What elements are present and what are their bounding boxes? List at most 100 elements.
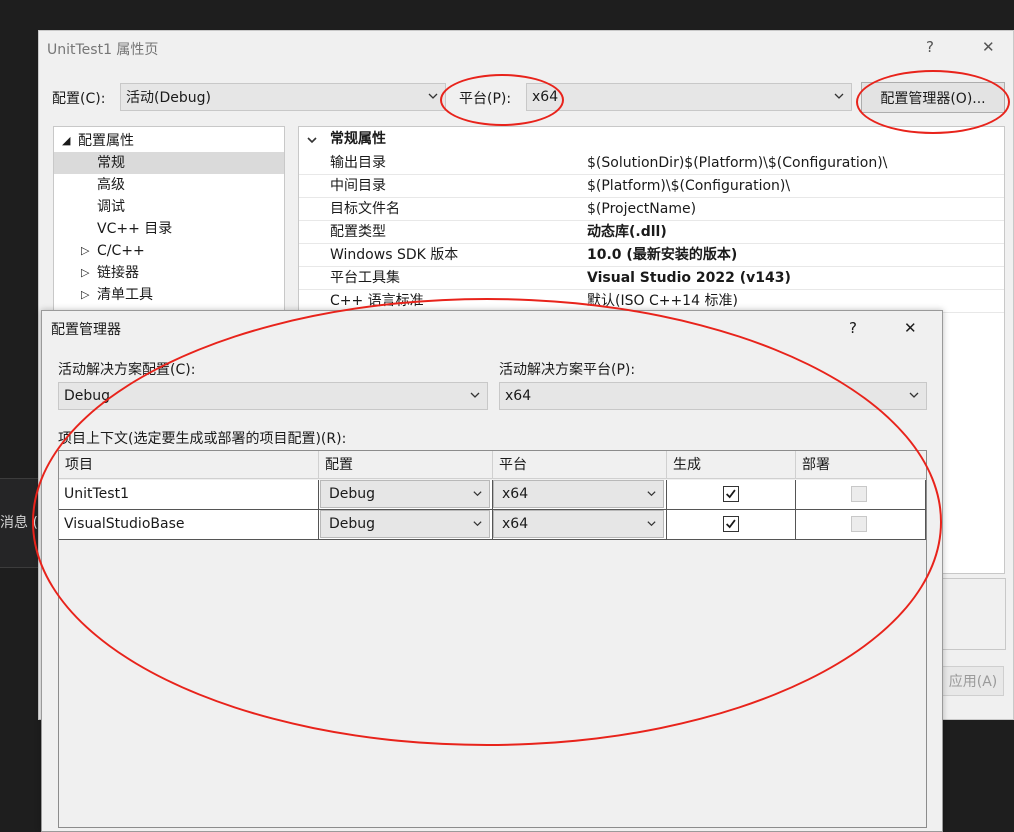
- chevron-down-icon: [834, 93, 844, 99]
- column-header-configuration[interactable]: 配置: [319, 451, 493, 479]
- platform-select[interactable]: x64: [526, 83, 852, 111]
- solution-platform-select[interactable]: x64: [499, 382, 927, 410]
- property-name: 平台工具集: [330, 270, 400, 286]
- column-header-project[interactable]: 项目: [59, 451, 319, 479]
- property-value: Visual Studio 2022 (v143): [587, 270, 791, 286]
- deploy-cell[interactable]: [796, 510, 926, 540]
- row-platform-select[interactable]: x64: [493, 510, 664, 538]
- chevron-down-icon: [473, 491, 482, 497]
- chevron-down-icon: [473, 521, 482, 527]
- solution-config-label: 活动解决方案配置(C):: [58, 362, 196, 378]
- dialog-help-button[interactable]: ?: [849, 319, 857, 337]
- configuration-manager-button[interactable]: 配置管理器(O)...: [861, 82, 1005, 113]
- property-value: $(Platform)\$(Configuration)\: [587, 178, 791, 194]
- tree-item-label: C/C++: [97, 243, 145, 259]
- dialog-close-button[interactable]: ✕: [904, 319, 917, 337]
- solution-config-select-value: Debug: [64, 388, 111, 404]
- description-panel: [942, 578, 1006, 650]
- platform-cell[interactable]: x64: [493, 510, 667, 540]
- configuration-label: 配置(C):: [52, 91, 106, 107]
- tree-item-label: 常规: [97, 155, 125, 171]
- tree-item-linker[interactable]: ▷ 链接器: [54, 262, 284, 284]
- checkmark-icon: [726, 489, 736, 499]
- tree-item-label: 清单工具: [97, 287, 153, 303]
- configuration-cell[interactable]: Debug: [319, 480, 493, 510]
- property-tree[interactable]: ◢ 配置属性 常规 高级 调试 VC++ 目录 ▷ C/C++ ▷ 链接器 ▷ …: [53, 126, 285, 312]
- deploy-checkbox[interactable]: [851, 516, 867, 532]
- expand-arrow-icon[interactable]: ▷: [81, 240, 89, 262]
- configuration-select-value: 活动(Debug): [126, 90, 211, 106]
- tree-item-label: VC++ 目录: [97, 221, 173, 237]
- section-header[interactable]: 常规属性: [299, 128, 1004, 152]
- tree-item-cpp[interactable]: ▷ C/C++: [54, 240, 284, 262]
- property-row[interactable]: 中间目录 $(Platform)\$(Configuration)\: [299, 175, 1004, 198]
- project-cell[interactable]: VisualStudioBase: [59, 510, 319, 540]
- apply-button[interactable]: 应用(A): [942, 666, 1004, 696]
- tree-item-label: 链接器: [97, 265, 139, 281]
- configuration-manager-title: 配置管理器: [51, 322, 121, 338]
- expand-arrow-icon[interactable]: ▷: [81, 262, 89, 284]
- property-row[interactable]: 配置类型 动态库(.dll): [299, 221, 1004, 244]
- chevron-down-icon: [470, 392, 480, 398]
- deploy-checkbox[interactable]: [851, 486, 867, 502]
- expand-triangle-icon[interactable]: ◢: [62, 130, 70, 152]
- platform-label: 平台(P):: [459, 91, 512, 107]
- property-pages-title: UnitTest1 属性页: [47, 42, 159, 58]
- chevron-down-icon: [428, 93, 438, 99]
- chevron-down-icon: [909, 392, 919, 398]
- property-value: 默认(ISO C++14 标准): [587, 293, 738, 309]
- build-checkbox[interactable]: [723, 516, 739, 532]
- ide-output-text: 消息 (: [0, 515, 38, 531]
- column-header-build[interactable]: 生成: [667, 451, 796, 479]
- configuration-cell[interactable]: Debug: [319, 510, 493, 540]
- tree-item-vc-directories[interactable]: VC++ 目录: [54, 218, 284, 240]
- property-row[interactable]: 目标文件名 $(ProjectName): [299, 198, 1004, 221]
- chevron-down-icon: [647, 491, 656, 497]
- tree-item-label: 高级: [97, 177, 125, 193]
- project-context-grid[interactable]: 项目 配置 平台 生成 部署 UnitTest1 Debug x64 Visua…: [58, 450, 927, 828]
- column-header-deploy[interactable]: 部署: [796, 451, 926, 479]
- section-header-label: 常规属性: [330, 131, 386, 147]
- project-context-label: 项目上下文(选定要生成或部署的项目配置)(R):: [58, 431, 347, 447]
- solution-platform-label: 活动解决方案平台(P):: [499, 362, 636, 378]
- property-name: 目标文件名: [330, 201, 400, 217]
- tree-item-label: 调试: [97, 199, 125, 215]
- property-name: 输出目录: [330, 155, 386, 171]
- expand-arrow-icon[interactable]: ▷: [81, 284, 89, 306]
- row-configuration-value: Debug: [329, 516, 376, 532]
- build-cell[interactable]: [667, 480, 796, 510]
- row-platform-value: x64: [502, 516, 529, 532]
- tree-item-manifest-tool[interactable]: ▷ 清单工具: [54, 284, 284, 306]
- property-value: 动态库(.dll): [587, 224, 667, 240]
- build-cell[interactable]: [667, 510, 796, 540]
- row-configuration-value: Debug: [329, 486, 376, 502]
- property-row[interactable]: Windows SDK 版本 10.0 (最新安装的版本): [299, 244, 1004, 267]
- row-configuration-select[interactable]: Debug: [320, 510, 490, 538]
- solution-platform-select-value: x64: [505, 388, 532, 404]
- property-row[interactable]: 输出目录 $(SolutionDir)$(Platform)\$(Configu…: [299, 152, 1004, 175]
- property-value: 10.0 (最新安装的版本): [587, 247, 738, 263]
- help-button[interactable]: ?: [926, 38, 934, 56]
- row-configuration-select[interactable]: Debug: [320, 480, 490, 508]
- tree-item-advanced[interactable]: 高级: [54, 174, 284, 196]
- platform-select-value: x64: [532, 89, 559, 105]
- solution-config-select[interactable]: Debug: [58, 382, 488, 410]
- project-cell[interactable]: UnitTest1: [59, 480, 319, 510]
- column-header-platform[interactable]: 平台: [493, 451, 667, 479]
- property-value: $(SolutionDir)$(Platform)\$(Configuratio…: [587, 155, 888, 171]
- configuration-select[interactable]: 活动(Debug): [120, 83, 446, 111]
- tree-item-debugging[interactable]: 调试: [54, 196, 284, 218]
- property-name: 中间目录: [330, 178, 386, 194]
- checkmark-icon: [726, 519, 736, 529]
- property-row[interactable]: 平台工具集 Visual Studio 2022 (v143): [299, 267, 1004, 290]
- platform-cell[interactable]: x64: [493, 480, 667, 510]
- row-platform-select[interactable]: x64: [493, 480, 664, 508]
- tree-item-general[interactable]: 常规: [54, 152, 284, 174]
- tree-item-config-properties[interactable]: ◢ 配置属性: [54, 130, 284, 152]
- deploy-cell[interactable]: [796, 480, 926, 510]
- property-name: 配置类型: [330, 224, 386, 240]
- tree-item-label: 配置属性: [78, 133, 134, 149]
- close-button[interactable]: ✕: [982, 38, 995, 56]
- collapse-chevron-icon[interactable]: [306, 134, 318, 146]
- build-checkbox[interactable]: [723, 486, 739, 502]
